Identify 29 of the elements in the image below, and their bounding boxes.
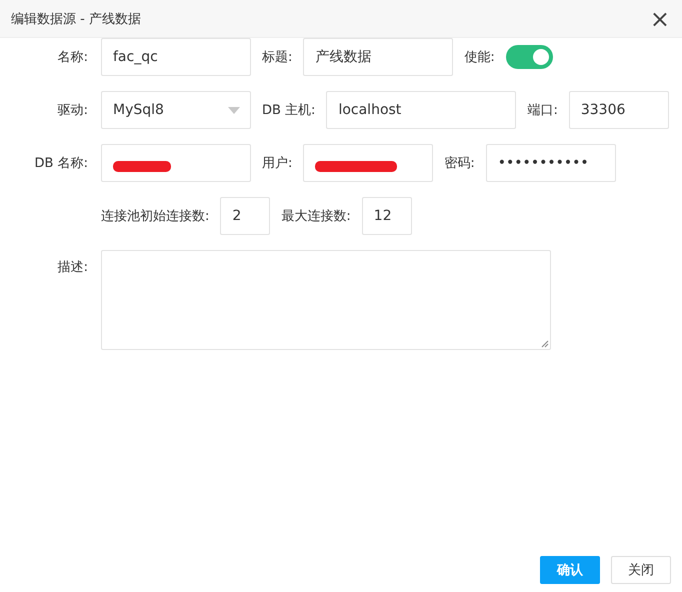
field-label: 标题: — [262, 49, 292, 66]
field-label: 最大连接数: — [281, 208, 351, 225]
resize-grip-icon[interactable] — [541, 340, 549, 348]
input-field[interactable]: 12 — [362, 197, 412, 235]
input-field[interactable]: 33306 — [568, 91, 669, 129]
field-label: DB 主机: — [262, 102, 316, 119]
password-field[interactable]: ••••••••••• — [486, 144, 616, 182]
description-field[interactable] — [101, 250, 551, 350]
field-label: 名称: — [56, 49, 88, 66]
field-label: 用户: — [262, 155, 292, 172]
input-field[interactable]: localhost — [326, 91, 516, 129]
field-label: 密码: — [444, 155, 475, 172]
input-field[interactable]: 2 — [220, 197, 270, 235]
dialog-title: 编辑数据源 - 产线数据 — [11, 10, 141, 28]
field-label: 端口: — [527, 102, 558, 119]
close-button[interactable]: × — [646, 6, 674, 30]
field-label: DB 名称: — [34, 155, 88, 172]
input-field[interactable]: fac_qc — [101, 38, 251, 76]
close-dialog-button[interactable]: 关闭 — [611, 556, 671, 584]
input-field[interactable] — [101, 144, 251, 182]
field-label: 连接池初始连接数: — [101, 208, 210, 225]
driver-select[interactable]: MySql8 — [101, 91, 251, 129]
toggle-switch[interactable] — [506, 45, 553, 69]
input-field[interactable] — [303, 144, 434, 182]
input-field[interactable]: 产线数据 — [303, 38, 454, 76]
field-label: 使能: — [464, 49, 495, 66]
field-label: 描述: — [56, 259, 88, 276]
field-label: 驱动: — [56, 102, 88, 119]
caret-icon — [228, 107, 240, 114]
